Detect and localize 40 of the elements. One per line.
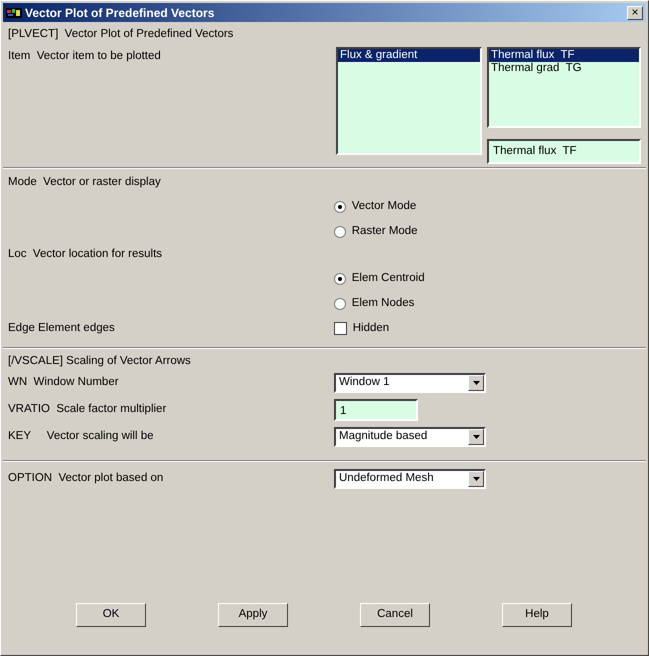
dialog-button[interactable]: OK xyxy=(76,603,146,627)
close-button[interactable]: × xyxy=(627,6,643,20)
section-header: [/VSCALE] Scaling of Vector Arrows xyxy=(8,354,192,369)
dropdown[interactable]: Window 1 xyxy=(334,372,486,392)
field-label: WN Window Number xyxy=(8,374,120,390)
option-label: Hidden xyxy=(352,320,390,336)
list-item[interactable]: Thermal grad TG xyxy=(489,62,639,75)
list-item[interactable]: Flux & gradient xyxy=(338,49,480,62)
radio-button[interactable] xyxy=(334,298,346,310)
field-label: Mode Vector or raster display xyxy=(8,175,162,190)
section-header: [PLVECT] Vector Plot of Predefined Vectors xyxy=(8,27,234,42)
dropdown-value: Undeformed Mesh xyxy=(339,470,434,486)
category-list[interactable]: Flux & gradient xyxy=(336,47,482,155)
field-label: Edge Element edges xyxy=(8,320,116,336)
list-item[interactable]: Thermal flux TF xyxy=(489,49,639,62)
option-label: Raster Mode xyxy=(352,224,418,239)
dropdown[interactable]: Magnitude based xyxy=(334,426,486,446)
selection-field[interactable]: Thermal flux TF xyxy=(487,139,641,164)
checkbox[interactable] xyxy=(334,322,347,335)
field-label: Loc Vector location for results xyxy=(8,247,164,262)
input-field[interactable]: 1 xyxy=(334,398,418,420)
app-icon xyxy=(6,6,22,18)
field-label: KEY Vector scaling will be xyxy=(8,428,155,444)
radio-button[interactable] xyxy=(334,226,346,238)
option-label: Vector Mode xyxy=(352,198,416,214)
option-label: Elem Nodes xyxy=(352,296,414,311)
component-list[interactable]: Thermal flux TF Thermal grad TG xyxy=(487,47,641,128)
field-label: Item Vector item to be plotted xyxy=(8,49,162,64)
dialog-button[interactable]: Cancel xyxy=(360,603,430,627)
option-label: Elem Centroid xyxy=(352,270,425,286)
field-label: OPTION Vector plot based on xyxy=(8,470,164,486)
dropdown[interactable]: Undeformed Mesh xyxy=(334,468,486,488)
dialog-button[interactable]: Apply xyxy=(218,603,288,627)
dropdown-value: Magnitude based xyxy=(339,428,428,444)
window-title: Vector Plot of Predefined Vectors xyxy=(25,4,214,22)
dropdown-value: Window 1 xyxy=(339,374,390,390)
radio-button[interactable] xyxy=(334,200,346,212)
dialog-button[interactable]: Help xyxy=(502,603,572,627)
field-label: VRATIO Scale factor multiplier xyxy=(8,402,168,417)
radio-button[interactable] xyxy=(334,272,346,284)
